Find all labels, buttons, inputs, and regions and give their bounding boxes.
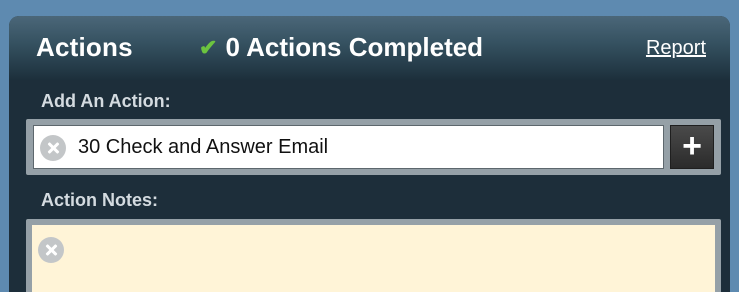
clear-icon[interactable] xyxy=(40,135,66,161)
action-input-value: 30 Check and Answer Email xyxy=(78,136,329,158)
plus-icon: + xyxy=(682,127,702,165)
add-action-label: Add An Action: xyxy=(41,91,171,111)
add-action-field: 30 Check and Answer Email + xyxy=(26,119,721,175)
completion-status-text: 0 Actions Completed xyxy=(225,32,484,62)
action-notes-field xyxy=(26,219,721,292)
action-notes-label: Action Notes: xyxy=(41,190,158,210)
actions-panel: Actions ✔ 0 Actions Completed Report Add … xyxy=(9,16,730,292)
panel-header: Actions ✔ 0 Actions Completed Report xyxy=(9,16,730,80)
add-action-button[interactable]: + xyxy=(670,125,714,169)
completion-status: ✔ 0 Actions Completed xyxy=(199,32,483,63)
report-link[interactable]: Report xyxy=(646,37,706,60)
action-notes-textarea[interactable] xyxy=(32,225,715,292)
check-icon: ✔ xyxy=(199,35,218,60)
clear-notes-icon[interactable] xyxy=(38,237,64,263)
action-input[interactable]: 30 Check and Answer Email xyxy=(33,125,664,169)
panel-title: Actions xyxy=(36,32,133,62)
